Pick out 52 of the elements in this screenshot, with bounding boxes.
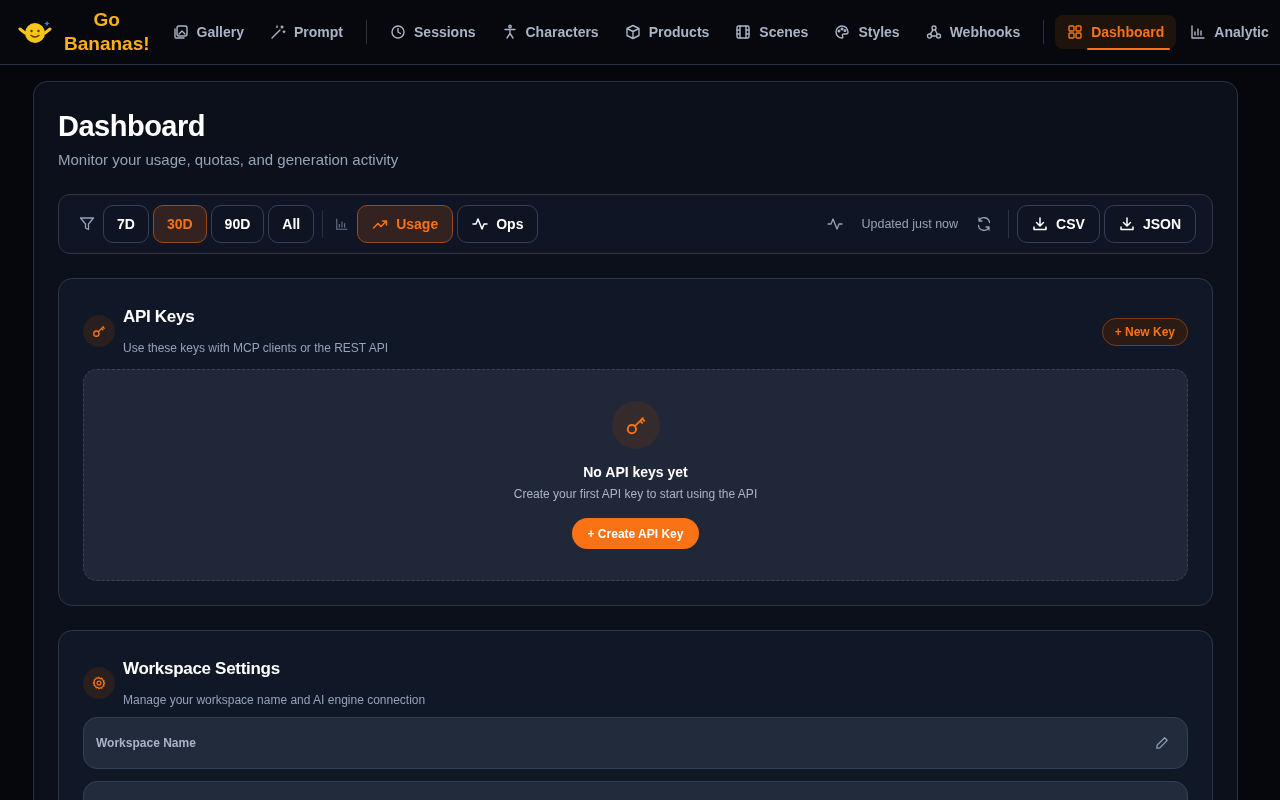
box-icon <box>624 24 641 40</box>
nav-tab[interactable]: Webhooks <box>913 15 1033 49</box>
download-icon <box>1118 216 1135 232</box>
page-subtitle: Monitor your usage, quotas, and generation activity <box>58 151 400 168</box>
activity-icon <box>472 216 489 232</box>
webhook-icon <box>925 24 942 40</box>
nav-tab[interactable]: Products <box>612 15 722 49</box>
clock-icon <box>390 24 406 40</box>
film-icon <box>735 24 752 40</box>
magic-wand-icon <box>270 24 286 40</box>
nav-tab[interactable]: Analytic <box>1178 15 1280 49</box>
new-key-button[interactable]: + New Key <box>1101 318 1188 346</box>
section-title: Workspace Settings <box>123 659 281 679</box>
palette-icon <box>834 24 851 40</box>
nav-tab[interactable]: Sessions <box>378 15 488 49</box>
smiley-logo-icon <box>18 19 52 45</box>
export-button[interactable]: CSV <box>1017 205 1100 243</box>
section-title: API Keys <box>123 307 196 327</box>
grid-icon <box>1067 24 1084 40</box>
range-tab[interactable]: 90D <box>210 205 265 243</box>
bar-chart-icon <box>1190 24 1207 40</box>
refresh-icon[interactable] <box>976 216 993 232</box>
nav-tab[interactable]: Scenes <box>723 15 821 49</box>
nav-tab[interactable]: Characters <box>489 15 611 49</box>
person-icon <box>501 24 518 40</box>
ops-tab[interactable]: Ops <box>457 205 539 243</box>
page-title: Dashboard <box>58 110 206 143</box>
empty-state-title: No API keys yet <box>583 464 688 480</box>
pencil-icon[interactable] <box>1155 736 1169 750</box>
download-icon <box>1032 216 1049 232</box>
usage-tab[interactable]: Usage <box>357 205 454 243</box>
gear-icon <box>83 667 115 699</box>
brand-name: Go Bananas! <box>64 8 150 56</box>
key-icon <box>611 401 660 449</box>
section-subtitle: Manage your workspace name and AI engine connection <box>123 693 427 707</box>
nav-tab[interactable]: Gallery <box>160 15 256 49</box>
export-button[interactable]: JSON <box>1103 205 1196 243</box>
empty-state-text: Create your first API key to start using the API <box>513 487 758 501</box>
range-tab[interactable]: 7D <box>103 205 149 243</box>
workspace-name-field[interactable]: Workspace Name <box>83 717 1188 769</box>
section-subtitle: Use these keys with MCP clients or the REST API <box>123 341 389 355</box>
filter-icon <box>79 216 95 232</box>
range-tab[interactable]: All <box>268 205 315 243</box>
range-tab[interactable]: 30D <box>152 205 207 243</box>
update-status: Updated just now <box>861 217 959 231</box>
bar-chart-icon <box>335 217 350 231</box>
key-icon <box>83 315 115 347</box>
nav-tab[interactable]: Styles <box>822 15 912 49</box>
nav-tab[interactable]: Prompt <box>258 15 355 49</box>
activity-icon <box>827 216 844 232</box>
nav-tab[interactable]: Dashboard <box>1055 15 1177 49</box>
image-icon <box>172 24 189 40</box>
